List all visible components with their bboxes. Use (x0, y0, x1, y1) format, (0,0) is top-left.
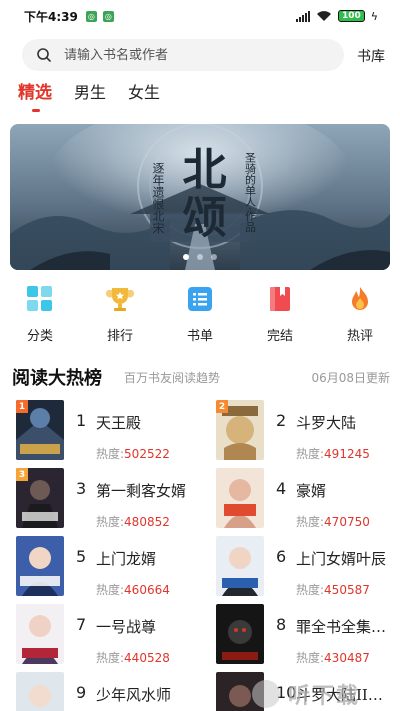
rank-number: 4 (276, 479, 287, 498)
site-watermark: 听下载 (252, 676, 400, 711)
book-title: 上门女婿叶辰 (296, 550, 387, 568)
nav-label: 热评 (346, 329, 373, 344)
nav-booklist[interactable]: 书单 (160, 284, 240, 346)
pagination-dot[interactable] (197, 254, 203, 260)
notification-icon: ◎ (102, 10, 114, 22)
book-cover: 1 (16, 400, 64, 460)
book-heat: 热度:460664 (96, 583, 170, 597)
rank-update-date: 06月08日更新 (311, 370, 390, 385)
book-item[interactable]: 9 少年风水师 (0, 672, 200, 711)
nav-label: 排行 (106, 329, 133, 344)
nav-completed[interactable]: 完结 (240, 284, 320, 346)
pagination-dot[interactable] (211, 254, 217, 260)
status-bar: 下午4:39 ◎ ◎ 100 ϟ (0, 0, 400, 32)
rank-number: 5 (76, 547, 87, 566)
book-heat: 热度:430487 (296, 651, 370, 665)
nav-label: 书单 (186, 329, 213, 344)
book-heat: 热度:491245 (296, 447, 370, 461)
book-heat: 热度:470750 (296, 515, 370, 529)
book-title: 上门龙婿 (96, 550, 157, 568)
book-title: 斗罗大陆 (296, 414, 357, 432)
book-item[interactable]: 1 1 天王殿 热度:502522 (0, 400, 200, 468)
wifi-icon (316, 11, 331, 21)
tab-male[interactable]: 男生 (74, 82, 106, 112)
book-title: 罪全书全集… (296, 618, 387, 636)
book-cover (216, 604, 264, 664)
quick-nav: 分类 排行 书单 完结 热评 (0, 284, 400, 346)
book-title: 少年风水师 (96, 686, 172, 704)
book-item[interactable]: 8 罪全书全集… 热度:430487 (200, 604, 400, 672)
book-cover: 2 (216, 400, 264, 460)
rank-badge: 2 (216, 400, 228, 413)
book-heat: 热度:502522 (96, 447, 170, 461)
nav-label: 完结 (266, 329, 293, 344)
rank-number: 1 (76, 411, 87, 430)
banner-title: 北颂 (175, 146, 227, 242)
search-icon (37, 48, 51, 62)
fire-icon (345, 284, 375, 314)
book-cover (216, 468, 264, 528)
watermark-text: 听下载 (288, 683, 361, 709)
status-indicators: 100 ϟ (295, 9, 378, 23)
book-item[interactable]: 3 3 第一剩客女婿 热度:480852 (0, 468, 200, 536)
rank-number: 6 (276, 547, 287, 566)
rank-subtitle: 百万书友阅读趋势 (124, 370, 221, 385)
banner-tagline: 逐年遗恨北宋 (151, 162, 165, 234)
pagination-dot[interactable] (183, 254, 189, 260)
book-icon (265, 284, 295, 314)
nav-hot-reviews[interactable]: 热评 (320, 284, 400, 346)
rank-list: 1 1 天王殿 热度:502522 2 2 斗罗大陆 热度:491245 3 3… (0, 400, 400, 711)
tab-female[interactable]: 女生 (128, 82, 160, 112)
charging-icon: ϟ (370, 9, 378, 23)
promo-banner[interactable]: 北颂 逐年遗恨北宋 圣骑的单人·作品 (10, 124, 390, 270)
book-cover (16, 604, 64, 664)
book-item[interactable]: 6 上门女婿叶辰 热度:450587 (200, 536, 400, 604)
book-title: 一号战尊 (96, 618, 157, 636)
book-item[interactable]: 4 豪婿 热度:470750 (200, 468, 400, 536)
search-bar[interactable] (22, 39, 344, 71)
nav-ranking[interactable]: 排行 (80, 284, 160, 346)
book-heat: 热度:450587 (296, 583, 370, 597)
book-item[interactable]: 7 一号战尊 热度:440528 (0, 604, 200, 672)
rank-number: 9 (76, 683, 87, 702)
book-title: 天王殿 (96, 414, 142, 432)
book-cover (16, 536, 64, 596)
trophy-icon (105, 284, 135, 314)
rank-number: 3 (76, 479, 87, 498)
rank-number: 7 (76, 615, 87, 634)
nav-label: 分类 (26, 329, 53, 344)
book-item[interactable]: 5 上门龙婿 热度:460664 (0, 536, 200, 604)
rank-number: 2 (276, 411, 287, 430)
banner-artwork: 北颂 逐年遗恨北宋 圣骑的单人·作品 (10, 124, 390, 270)
rank-badge: 1 (16, 400, 28, 413)
list-icon (185, 284, 215, 314)
search-input[interactable] (64, 47, 304, 63)
signal-icon (295, 10, 310, 22)
rank-badge: 3 (16, 468, 28, 481)
book-item[interactable]: 2 2 斗罗大陆 热度:491245 (200, 400, 400, 468)
nav-category[interactable]: 分类 (0, 284, 80, 346)
notification-icon: ◎ (85, 10, 97, 22)
watermark-logo-icon (252, 679, 280, 708)
book-heat: 热度:440528 (96, 651, 170, 665)
status-time: 下午4:39 (24, 9, 78, 24)
battery-icon: 100 (337, 10, 365, 22)
banner-credit: 圣骑的单人·作品 (244, 152, 257, 233)
book-title: 豪婿 (296, 482, 327, 500)
book-cover (216, 536, 264, 596)
tab-featured[interactable]: 精选 (18, 82, 52, 112)
library-link[interactable]: 书库 (357, 46, 385, 66)
rank-header: 阅读大热榜 百万书友阅读趋势 06月08日更新 (12, 364, 390, 390)
banner-pagination (10, 254, 390, 260)
book-cover: 3 (16, 468, 64, 528)
book-heat: 热度:480852 (96, 515, 170, 529)
rank-title: 阅读大热榜 (12, 368, 102, 389)
book-cover (16, 672, 64, 711)
rank-number: 8 (276, 615, 287, 634)
book-title: 第一剩客女婿 (96, 482, 187, 500)
category-icon (25, 284, 55, 314)
category-tabs: 精选 男生 女生 (18, 82, 160, 116)
